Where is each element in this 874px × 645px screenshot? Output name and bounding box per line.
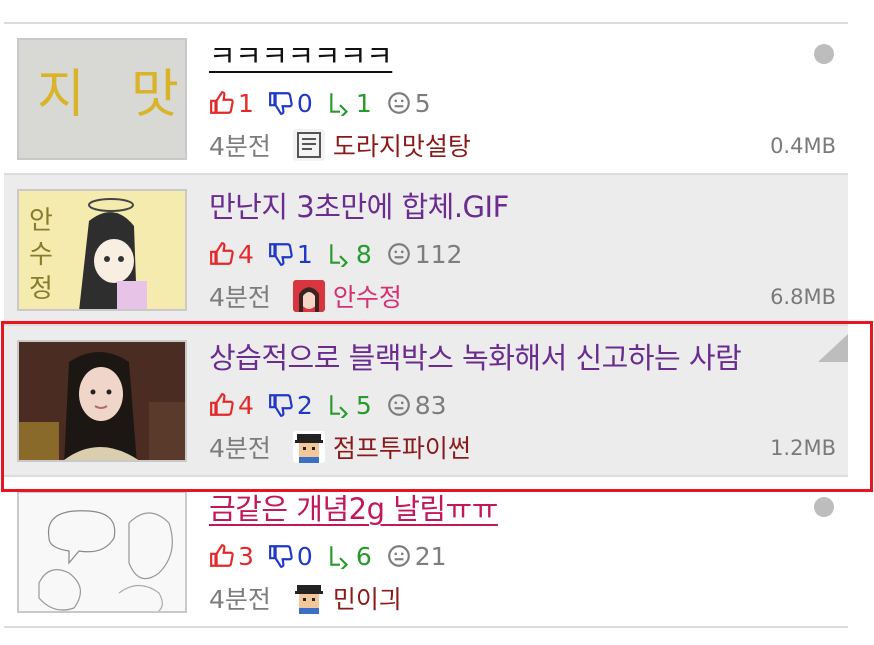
author-name[interactable]: 민이긔: [333, 580, 402, 616]
thumbs-up-icon: [210, 544, 234, 567]
post-thumbnail[interactable]: [17, 340, 187, 462]
smiley-icon: [387, 92, 410, 114]
thumbs-up-icon: [210, 91, 234, 114]
like-count: 4: [209, 391, 254, 420]
file-size: 0.4MB: [770, 134, 836, 158]
post-meta: 4분전 안수정: [209, 279, 402, 313]
thumbnail-drawing-text: 지: [37, 65, 85, 125]
post-thumbnail[interactable]: [17, 491, 187, 613]
post-stats: 4 1 8 112: [209, 239, 476, 269]
share-count: 8: [327, 240, 372, 269]
svg-text:정: 정: [29, 274, 53, 304]
post-title[interactable]: 상습적으로 블랙박스 녹화해서 신고하는 사람: [209, 340, 742, 376]
like-count: 4: [209, 240, 254, 269]
read-corner-icon: [818, 334, 848, 362]
thumbs-down-icon: [268, 545, 293, 568]
author-name[interactable]: 도라지맛설탕: [333, 127, 471, 163]
post-time: 4분전: [209, 132, 271, 161]
author-avatar[interactable]: [292, 129, 325, 161]
post-title[interactable]: 만난지 3초만에 합체.GIF: [209, 189, 509, 225]
dislike-count: 0: [268, 542, 313, 571]
svg-text:맛: 맛: [131, 65, 179, 125]
post-time: 4분전: [209, 585, 271, 614]
smiley-icon: [387, 545, 410, 567]
view-count: 21: [386, 542, 447, 571]
dislike-count: 2: [268, 391, 313, 420]
view-count: 5: [386, 89, 431, 118]
smiley-icon: [387, 394, 410, 416]
post-meta: 4분전 점프투파이썬: [209, 430, 471, 464]
post-title[interactable]: ㅋㅋㅋㅋㅋㅋㅋ: [209, 38, 393, 74]
thumbs-up-icon: [210, 393, 234, 416]
list-item[interactable]: 지 맛 ㅋㅋㅋㅋㅋㅋㅋ 1 0 1 5 4분전 도라지맛설탕 0.4MB: [4, 24, 848, 175]
unread-dot-icon: [814, 44, 834, 64]
share-count: 6: [327, 542, 372, 571]
unread-dot-icon: [814, 497, 834, 517]
share-arrow-icon: [330, 395, 348, 418]
share-arrow-icon: [330, 93, 348, 116]
like-count: 3: [209, 542, 254, 571]
list-item[interactable]: 상습적으로 블랙박스 녹화해서 신고하는 사람 4 2 5 83 4분전 점프투…: [4, 326, 848, 477]
dislike-count: 0: [268, 89, 313, 118]
smiley-icon: [387, 243, 410, 265]
thumbnail-drawing-text: 안: [29, 206, 53, 236]
dislike-count: 1: [268, 240, 313, 269]
author-name[interactable]: 안수정: [333, 278, 402, 314]
svg-text:수: 수: [29, 240, 53, 270]
previous-post-row[interactable]: [4, 0, 848, 24]
list-item[interactable]: 안 수 정 만난지 3초만에 합체.GIF 4 1 8 112 4분전 안수정 …: [4, 175, 848, 326]
author-avatar[interactable]: [292, 280, 325, 312]
post-time: 4분전: [209, 434, 271, 463]
thumbs-down-icon: [268, 243, 293, 266]
share-count: 5: [327, 391, 372, 420]
post-title[interactable]: 금같은 개념2g 날림ㅠㅠ: [209, 491, 498, 527]
thumbs-down-icon: [268, 394, 293, 417]
author-avatar[interactable]: [292, 582, 325, 614]
view-count: 112: [386, 240, 462, 269]
post-thumbnail[interactable]: 안 수 정: [17, 189, 187, 311]
like-count: 1: [209, 89, 254, 118]
list-item[interactable]: 금같은 개념2g 날림ㅠㅠ 3 0 6 21 4분전 민이긔: [4, 477, 848, 628]
view-count: 83: [386, 391, 447, 420]
post-stats: 3 0 6 21: [209, 541, 461, 571]
thumbs-down-icon: [268, 92, 293, 115]
post-thumbnail[interactable]: 지 맛: [17, 38, 187, 160]
post-list: 지 맛 ㅋㅋㅋㅋㅋㅋㅋ 1 0 1 5 4분전 도라지맛설탕 0.4MB 안 수…: [0, 0, 874, 645]
file-size: 1.2MB: [770, 436, 836, 460]
share-count: 1: [327, 89, 372, 118]
thumbs-up-icon: [210, 242, 234, 265]
post-stats: 4 2 5 83: [209, 390, 461, 420]
author-name[interactable]: 점프투파이썬: [333, 429, 471, 465]
file-size: 6.8MB: [770, 285, 836, 309]
post-meta: 4분전 민이긔: [209, 581, 402, 615]
share-arrow-icon: [330, 546, 348, 569]
author-avatar[interactable]: [292, 431, 325, 463]
post-stats: 1 0 1 5: [209, 88, 445, 118]
post-meta: 4분전 도라지맛설탕: [209, 128, 471, 162]
post-time: 4분전: [209, 283, 271, 312]
share-arrow-icon: [330, 244, 348, 267]
